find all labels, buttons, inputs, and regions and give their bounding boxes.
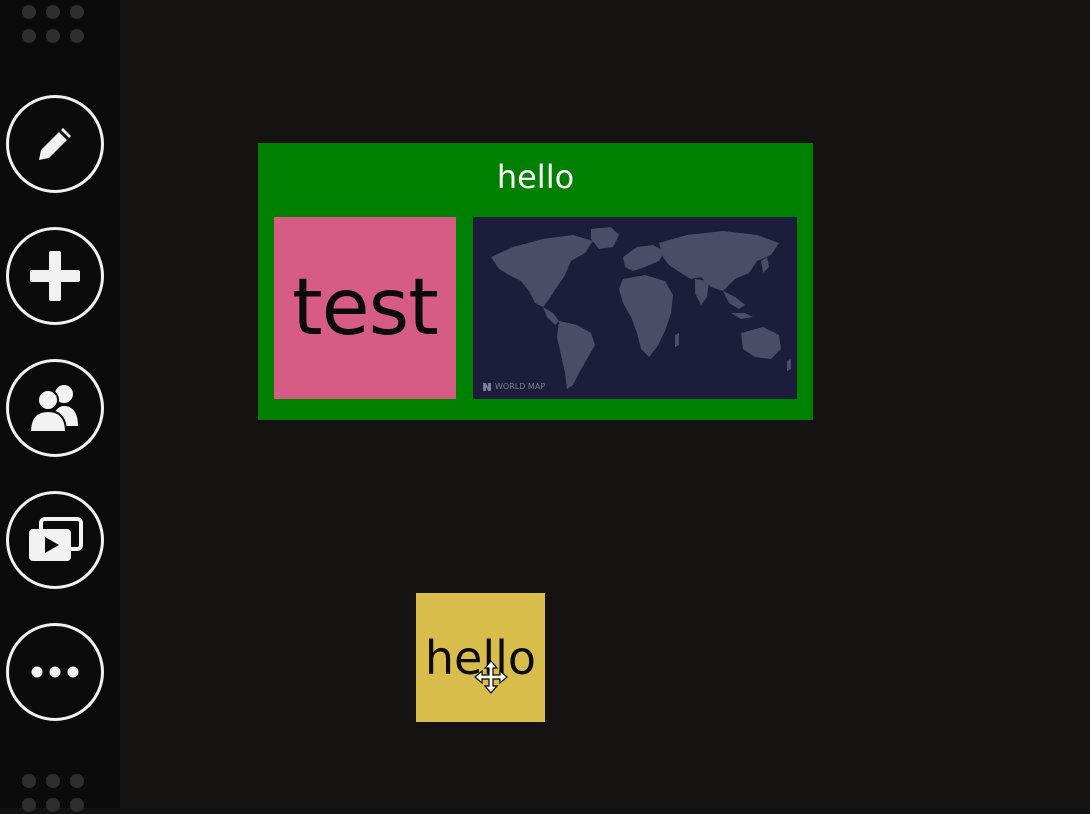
add-button[interactable]: [6, 227, 104, 325]
map-caption-text: WORLD MAP: [495, 382, 546, 391]
group-title: hello: [496, 158, 575, 196]
tile-world-map[interactable]: WORLD MAP: [473, 217, 797, 399]
sidebar-grip-bottom[interactable]: [22, 774, 88, 814]
sidebar: [0, 0, 120, 812]
media-icon: [29, 517, 83, 561]
plus-icon: [30, 251, 80, 301]
world-map-image: [491, 227, 791, 389]
pencil-icon: [39, 128, 71, 160]
more-icon: [31, 666, 79, 678]
sidebar-grip-top[interactable]: [22, 5, 88, 45]
group-card[interactable]: hello test WORLD MAP: [258, 143, 813, 420]
tile-test-label: test: [292, 263, 439, 353]
users-icon: [28, 385, 78, 433]
map-logo-icon: [483, 382, 491, 391]
tile-hello[interactable]: hello: [416, 593, 545, 722]
more-button[interactable]: [6, 623, 104, 721]
tile-test[interactable]: test: [274, 217, 456, 399]
canvas: hello test WORLD MAP hello: [120, 0, 1090, 808]
edit-button[interactable]: [6, 95, 104, 193]
move-cursor-icon: [474, 660, 508, 694]
media-button[interactable]: [6, 491, 104, 589]
map-caption: WORLD MAP: [483, 382, 545, 391]
users-button[interactable]: [6, 359, 104, 457]
